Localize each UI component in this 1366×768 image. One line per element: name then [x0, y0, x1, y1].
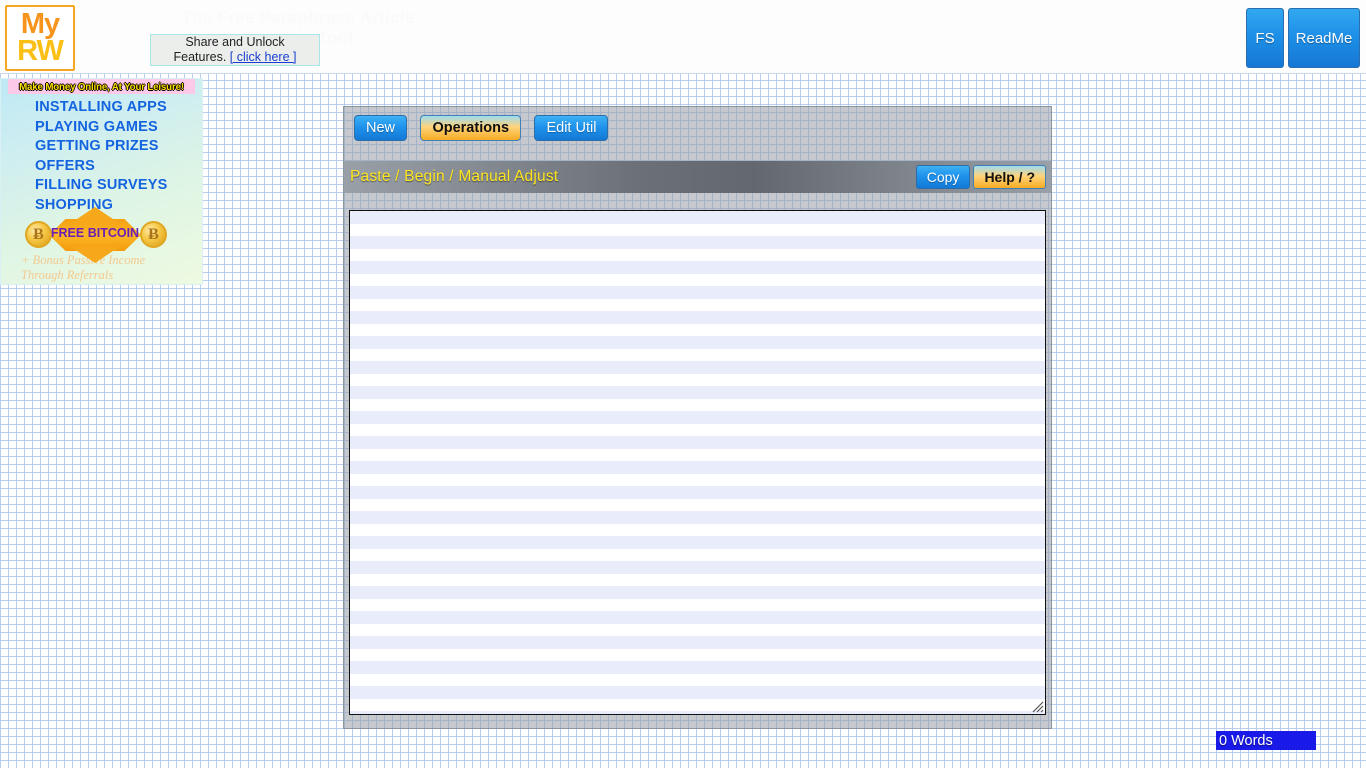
tab-new[interactable]: New	[354, 115, 408, 141]
editor-container	[349, 210, 1046, 715]
bonus-line-2: Through Referrals	[21, 268, 114, 282]
starburst-bottom-point	[71, 247, 119, 263]
word-count-status: 0 Words	[1216, 731, 1316, 750]
tab-operations[interactable]: Operations	[420, 115, 522, 141]
editor-action-buttons: Copy Help / ?	[915, 165, 1046, 189]
promo-item-playing-games[interactable]: PLAYING GAMES	[35, 118, 202, 138]
promo-sidebar: Make Money Online, At Your Leisure! INST…	[0, 78, 203, 285]
editor-action-bar: Paste / Begin / Manual Adjust Copy Help …	[344, 161, 1051, 193]
tool-tab-bar: New Operations Edit Util	[344, 107, 1051, 161]
starburst-top-point	[71, 207, 119, 223]
fs-button[interactable]: FS	[1246, 8, 1284, 68]
editor-mode-title: Paste / Begin / Manual Adjust	[350, 168, 559, 185]
share-box-line-1: Share and Unlock	[185, 34, 285, 49]
app-logo: My RW	[5, 5, 75, 71]
copy-button[interactable]: Copy	[915, 165, 971, 189]
share-and-unlock-box[interactable]: Share and Unlock Features. [ click here …	[150, 34, 320, 66]
promo-activity-list: INSTALLING APPS PLAYING GAMES GETTING PR…	[1, 94, 202, 215]
bitcoin-coin-icon-2: Ƀ	[140, 221, 167, 248]
promo-item-filling-surveys[interactable]: FILLING SURVEYS	[35, 176, 202, 196]
promo-item-installing-apps[interactable]: INSTALLING APPS	[35, 98, 202, 118]
bitcoin-coin-icon: Ƀ	[25, 221, 52, 248]
article-text-input[interactable]	[349, 210, 1046, 715]
promo-item-getting-prizes[interactable]: GETTING PRIZES	[35, 137, 202, 157]
logo-line-2: RW	[17, 35, 64, 67]
rewriter-tool-panel: New Operations Edit Util Paste / Begin /…	[343, 106, 1052, 729]
share-box-features-label: Features.	[173, 50, 227, 64]
share-box-line-2: Features. [ click here ]	[174, 50, 297, 65]
logo-line-1: My	[20, 8, 60, 41]
promo-banner-text: Make Money Online, At Your Leisure!	[8, 79, 195, 94]
top-header-bar: My RW The Free Paraphrase Article Rewrit…	[0, 0, 1366, 74]
starburst-shape: FREE BITCOIN	[49, 207, 141, 263]
free-bitcoin-label: FREE BITCOIN	[50, 226, 140, 240]
free-bitcoin-badge[interactable]: Ƀ FREE BITCOIN Ƀ	[1, 207, 202, 263]
readme-button[interactable]: ReadMe	[1288, 8, 1360, 68]
help-button[interactable]: Help / ?	[973, 165, 1046, 189]
tab-edit-util[interactable]: Edit Util	[534, 115, 609, 141]
click-here-link[interactable]: [ click here ]	[230, 50, 297, 64]
promo-item-offers[interactable]: OFFERS	[35, 157, 202, 177]
